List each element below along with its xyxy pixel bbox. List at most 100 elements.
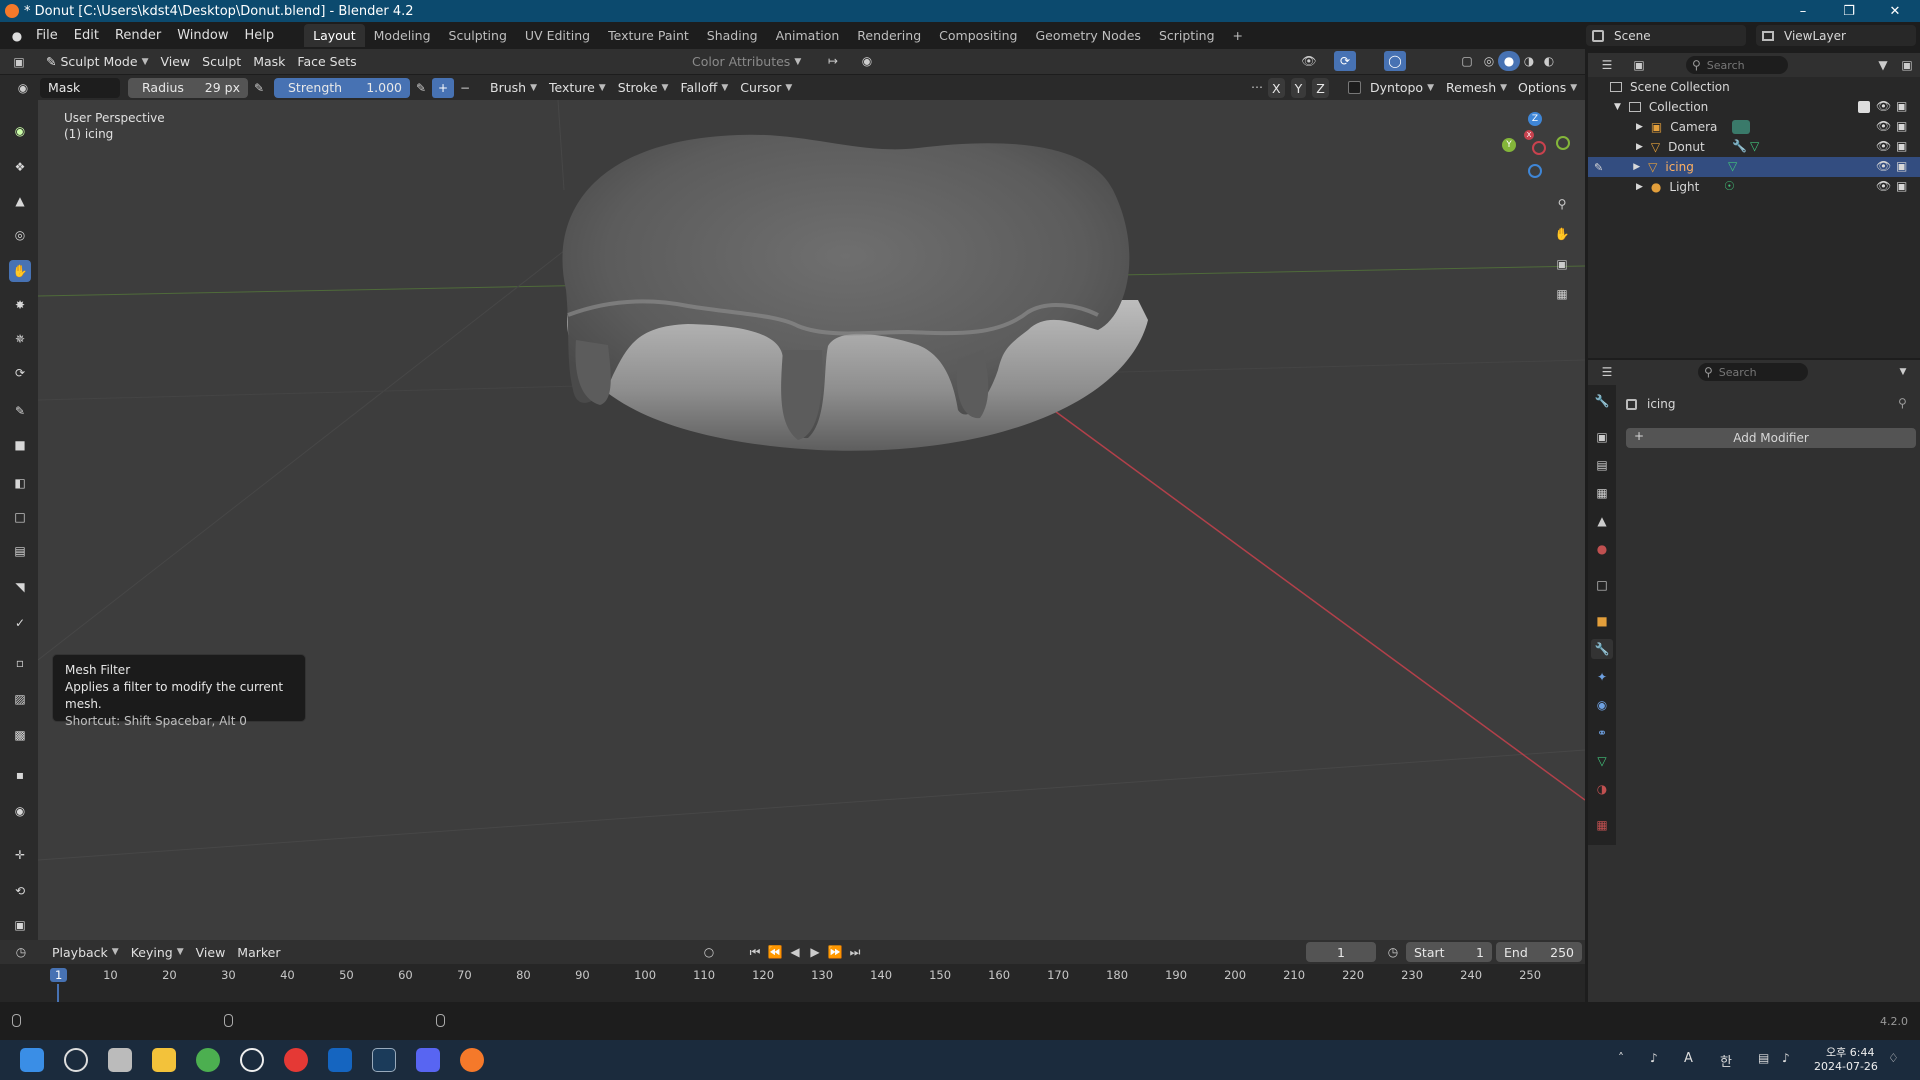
stroke-dropdown[interactable]: Stroke ▼ bbox=[612, 78, 675, 97]
steam-icon[interactable] bbox=[372, 1048, 396, 1072]
texture-tab-icon[interactable]: ▦ bbox=[1591, 815, 1613, 835]
material-tab-icon[interactable]: ◑ bbox=[1591, 779, 1613, 799]
zoom-icon[interactable]: ⚲ bbox=[1551, 194, 1573, 214]
color-attributes-dropdown[interactable]: Color Attributes ▼ bbox=[686, 52, 807, 71]
expand-arrow-icon[interactable]: ▶ bbox=[1633, 162, 1640, 172]
output-tab-icon[interactable]: ▤ bbox=[1591, 455, 1613, 475]
physics-tab-icon[interactable]: ◉ bbox=[1591, 695, 1613, 715]
editor-type-icon[interactable]: ▣ bbox=[8, 52, 30, 72]
render-camera-icon[interactable]: ▣ bbox=[1896, 139, 1907, 153]
grab-brush-icon[interactable]: ✋ bbox=[9, 260, 31, 282]
options-dropdown[interactable]: Options ▼ bbox=[1512, 78, 1583, 97]
tab-geometry-nodes[interactable]: Geometry Nodes bbox=[1027, 24, 1150, 47]
gizmo-neg-x[interactable] bbox=[1532, 141, 1546, 155]
outliner-item-camera[interactable]: ▶ ▣ Camera 👁 ▣ bbox=[1588, 117, 1920, 137]
menu-face-sets[interactable]: Face Sets bbox=[291, 52, 362, 71]
windows-start-icon[interactable] bbox=[20, 1048, 44, 1072]
youtube-music-icon[interactable] bbox=[284, 1048, 308, 1072]
jump-end-icon[interactable]: ⏭ bbox=[844, 942, 866, 962]
edit-face-set-icon[interactable]: ▪ bbox=[9, 764, 31, 786]
tab-uv-editing[interactable]: UV Editing bbox=[516, 24, 599, 47]
falloff-dropdown[interactable]: Falloff ▼ bbox=[674, 78, 734, 97]
blender-taskbar-icon[interactable] bbox=[460, 1048, 484, 1072]
menu-view[interactable]: View bbox=[154, 52, 196, 71]
box-trim-icon[interactable]: ◥ bbox=[9, 576, 31, 598]
particles-tab-icon[interactable]: ✦ bbox=[1591, 667, 1613, 687]
expand-arrow-icon[interactable]: ▶ bbox=[1636, 182, 1643, 192]
draw-brush-icon[interactable]: ◉ bbox=[9, 120, 31, 142]
axis-y-toggle[interactable]: Y bbox=[1290, 78, 1307, 98]
xray-icon[interactable]: ▢ bbox=[1456, 51, 1478, 71]
chevron-down-icon[interactable]: ▼ bbox=[1892, 362, 1914, 382]
add-modifier-button[interactable]: + Add Modifier bbox=[1626, 428, 1916, 448]
clock-date[interactable]: 2024-07-26 bbox=[1814, 1060, 1878, 1073]
radius-field[interactable]: Radius 29 px bbox=[128, 77, 248, 98]
auto-key-icon[interactable]: ○ bbox=[698, 942, 720, 962]
radius-pressure-icon[interactable]: ✎ bbox=[248, 78, 270, 98]
strength-pressure-icon[interactable]: ✎ bbox=[410, 78, 432, 98]
properties-search-input[interactable]: ⚲ Search bbox=[1698, 363, 1808, 381]
ime-a-label[interactable]: A bbox=[1684, 1051, 1693, 1066]
keying-menu[interactable]: Keying ▼ bbox=[125, 943, 190, 962]
current-frame-field[interactable]: 1 bbox=[1306, 942, 1376, 962]
visual-studio-icon[interactable] bbox=[328, 1048, 352, 1072]
camera-view-icon[interactable]: ▣ bbox=[1551, 254, 1573, 274]
overlay-toggle-icon[interactable]: ◯ bbox=[1384, 51, 1406, 71]
remesh-dropdown[interactable]: Remesh ▼ bbox=[1440, 78, 1513, 97]
notification-bell-icon[interactable]: ♢ bbox=[1888, 1051, 1899, 1065]
cursor-dropdown[interactable]: Cursor ▼ bbox=[734, 78, 798, 97]
pan-hand-icon[interactable]: ✋ bbox=[1551, 224, 1573, 244]
end-frame-field[interactable]: End 250 bbox=[1496, 942, 1582, 962]
exclude-checkbox[interactable] bbox=[1858, 101, 1870, 113]
tab-scripting[interactable]: Scripting bbox=[1150, 24, 1224, 47]
next-key-icon[interactable]: ⏩ bbox=[824, 942, 846, 962]
filter-icon[interactable]: ▼ bbox=[1872, 55, 1894, 75]
menu-window[interactable]: Window bbox=[169, 28, 236, 43]
dyntopo-dropdown[interactable]: Dyntopo ▼ bbox=[1364, 78, 1440, 97]
box-mask-icon[interactable]: ◧ bbox=[9, 472, 31, 494]
menu-render[interactable]: Render bbox=[107, 28, 169, 43]
playback-menu[interactable]: Playback ▼ bbox=[46, 943, 125, 962]
expand-arrow-icon[interactable]: ▶ bbox=[1636, 122, 1643, 132]
gizmo-x-axis[interactable]: X bbox=[1524, 130, 1534, 140]
mask-brush-icon[interactable]: ◉ bbox=[12, 78, 34, 98]
strength-field[interactable]: Strength 1.000 bbox=[274, 77, 410, 98]
render-camera-icon[interactable]: ▣ bbox=[1896, 119, 1907, 133]
inflate-brush-icon[interactable]: ▲ bbox=[9, 190, 31, 212]
timeline-editor-icon[interactable]: ◷ bbox=[10, 942, 32, 962]
tab-modeling[interactable]: Modeling bbox=[365, 24, 440, 47]
ortho-toggle-icon[interactable]: ▦ bbox=[1551, 284, 1573, 304]
properties-editor-icon[interactable]: ☰ bbox=[1596, 362, 1618, 382]
box-hide-icon[interactable]: □ bbox=[9, 506, 31, 528]
subtract-direction-button[interactable]: − bbox=[454, 78, 476, 98]
axis-z-toggle[interactable]: Z bbox=[1312, 78, 1329, 98]
thumb-brush-icon[interactable]: ✵ bbox=[9, 328, 31, 350]
preview-range-icon[interactable]: ◷ bbox=[1382, 942, 1404, 962]
rotate-brush-icon[interactable]: ⟳ bbox=[9, 362, 31, 384]
box-face-set-icon[interactable]: ▤ bbox=[9, 540, 31, 562]
dyntopo-checkbox[interactable] bbox=[1348, 81, 1361, 94]
ime-han-label[interactable]: 한 bbox=[1720, 1051, 1732, 1070]
collection-tab-icon[interactable]: □ bbox=[1591, 575, 1613, 595]
menu-edit[interactable]: Edit bbox=[66, 28, 107, 43]
world-tab-icon[interactable]: ● bbox=[1591, 539, 1613, 559]
tab-texture-paint[interactable]: Texture Paint bbox=[599, 24, 698, 47]
outliner-item-donut[interactable]: ▶ ▽ Donut 🔧 ▽ 👁 ▣ bbox=[1588, 137, 1920, 157]
jump-start-icon[interactable]: ⏮ bbox=[744, 942, 766, 962]
line-project-icon[interactable]: ✓ bbox=[9, 612, 31, 634]
color-filter-icon[interactable]: ▩ bbox=[9, 724, 31, 746]
expand-arrow-icon[interactable]: ▼ bbox=[1614, 102, 1621, 112]
visibility-eye-icon[interactable]: 👁 bbox=[1876, 159, 1891, 173]
render-camera-icon[interactable]: ▣ bbox=[1896, 99, 1907, 113]
symmetry-icon[interactable]: ⋯ bbox=[1246, 77, 1268, 97]
move-tool-icon[interactable]: ✛ bbox=[9, 844, 31, 866]
play-icon[interactable]: ▶ bbox=[804, 942, 826, 962]
menu-mask[interactable]: Mask bbox=[247, 52, 291, 71]
proportional-icon[interactable]: ◉ bbox=[856, 51, 878, 71]
network-icon[interactable]: ▤ bbox=[1758, 1051, 1769, 1065]
playhead-line[interactable] bbox=[57, 984, 59, 1002]
outliner-search-input[interactable]: ⚲ Search bbox=[1686, 56, 1788, 74]
minimize-button[interactable]: – bbox=[1780, 0, 1826, 22]
tab-rendering[interactable]: Rendering bbox=[848, 24, 930, 47]
brush-name-field[interactable]: Mask bbox=[40, 77, 120, 98]
